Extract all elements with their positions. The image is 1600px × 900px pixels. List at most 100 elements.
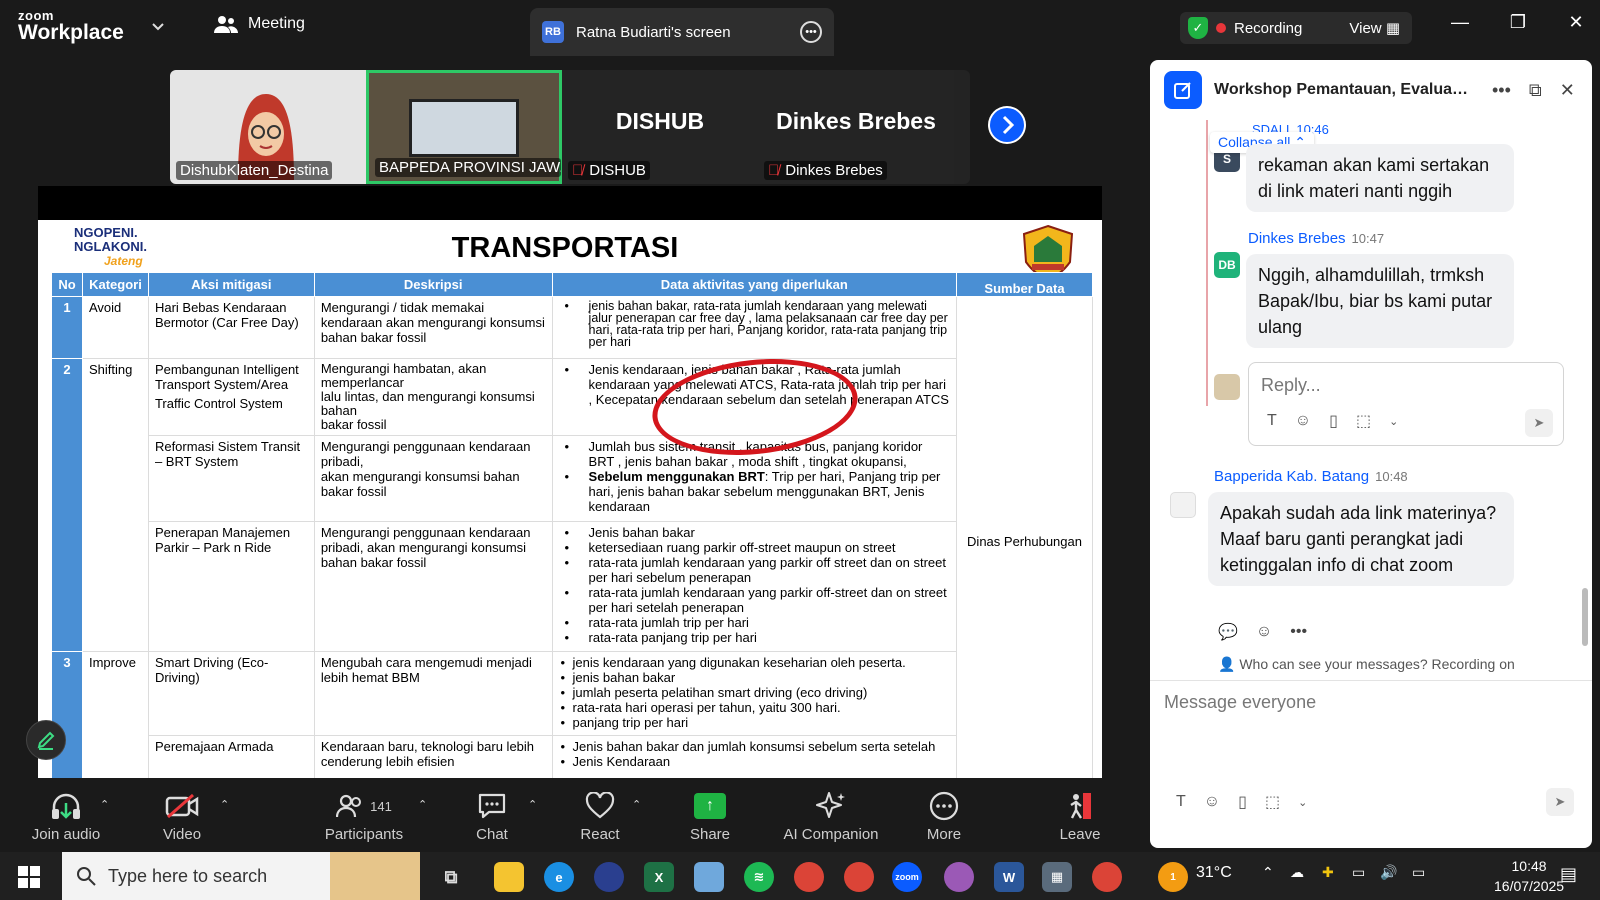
notifications-icon[interactable]: ▤: [1560, 864, 1577, 885]
file-explorer-icon[interactable]: [494, 862, 524, 892]
security-tray-icon[interactable]: ✚: [1322, 864, 1334, 881]
chevron-down-icon[interactable]: ⌄: [1298, 796, 1307, 809]
reply-thread-icon[interactable]: 💬: [1218, 622, 1238, 642]
task-view-icon[interactable]: ⧉: [436, 862, 466, 892]
participant-name: BAPPEDA PROVINSI JAW...: [375, 158, 561, 177]
pop-out-icon[interactable]: ⧉: [1529, 80, 1542, 101]
data-item: rata-rata jumlah kendaraan yang parkir o…: [559, 585, 950, 615]
chevron-up-icon[interactable]: ⌃: [528, 798, 537, 811]
chevron-down-icon[interactable]: ⌄: [1389, 415, 1398, 428]
row-description: Kendaraan baru, teknologi baru lebih cen…: [313, 735, 553, 778]
more-options-icon[interactable]: •••: [1492, 80, 1511, 101]
data-item: ketersediaan ruang parkir off-street mau…: [559, 540, 950, 555]
chat-button[interactable]: Chat: [462, 790, 522, 846]
avatar: [1214, 374, 1240, 400]
file-icon[interactable]: ▯: [1238, 792, 1247, 812]
recording-label[interactable]: Recording: [1234, 20, 1302, 37]
zoom-app-icon[interactable]: zoom: [892, 862, 922, 892]
emoji-icon[interactable]: ☺: [1204, 793, 1220, 811]
row-action: Pembangunan Intelligent Transport System…: [147, 358, 315, 436]
sender-name[interactable]: Dinkes Brebes: [1248, 230, 1346, 247]
who-can-see-notice[interactable]: 👤 Who can see your messages? Recording o…: [1218, 656, 1515, 673]
cloud-icon[interactable]: ☁: [1290, 864, 1304, 881]
participants-button[interactable]: 141 Participants: [314, 790, 414, 846]
close-chat-icon[interactable]: ✕: [1560, 80, 1575, 101]
video-button[interactable]: Video: [150, 790, 214, 846]
reply-box[interactable]: Reply... T ☺ ▯ ⬚ ⌄ ➤: [1248, 362, 1564, 446]
heart-icon: [585, 792, 615, 819]
system-clock[interactable]: 10:48 16/07/2025: [1494, 856, 1564, 896]
send-icon[interactable]: ➤: [1525, 409, 1553, 437]
file-icon[interactable]: ▯: [1329, 411, 1338, 431]
device-icon[interactable]: ▭: [1352, 864, 1365, 881]
chevron-down-icon[interactable]: [152, 18, 164, 34]
add-reaction-icon[interactable]: ☺: [1256, 623, 1272, 641]
shared-slide[interactable]: NGOPENI. NGLAKONI. Jateng TRANSPORTASI N…: [38, 220, 1102, 778]
row-data: jenis bahan bakar, rata-rata jumlah kend…: [551, 296, 958, 359]
leave-button[interactable]: Leave: [1048, 790, 1112, 846]
chat-scrollbar[interactable]: [1582, 588, 1588, 646]
chevron-up-icon[interactable]: ⌃: [1262, 864, 1274, 881]
chevron-up-icon[interactable]: ⌃: [220, 798, 229, 811]
room-screen-image: [409, 99, 519, 157]
weather-icon[interactable]: 1: [1158, 862, 1188, 892]
globe-app-icon[interactable]: [594, 862, 624, 892]
chrome-icon[interactable]: [844, 862, 874, 892]
windows-start-icon[interactable]: [18, 866, 40, 888]
compose-icon[interactable]: [1164, 71, 1202, 109]
row-category: Improve: [81, 651, 149, 778]
react-button[interactable]: React: [570, 790, 630, 846]
chevron-up-icon[interactable]: ⌃: [100, 798, 109, 811]
word-icon[interactable]: W: [994, 862, 1024, 892]
shared-screen-label: Ratna Budiarti's screen: [576, 23, 731, 41]
excel-icon[interactable]: X: [644, 862, 674, 892]
weather-temperature[interactable]: 31°C: [1196, 864, 1232, 882]
screenshot-icon[interactable]: ⬚: [1265, 792, 1280, 812]
view-button[interactable]: View ▦: [1349, 19, 1400, 37]
data-item: jumlah peserta pelatihan smart driving (…: [559, 685, 950, 700]
participant-tile[interactable]: Dinkes Brebes 🎙̸ Dinkes Brebes: [758, 70, 954, 184]
meeting-tab[interactable]: Meeting: [214, 14, 305, 34]
message-input[interactable]: Message everyone: [1164, 692, 1316, 713]
text-format-icon[interactable]: T: [1176, 793, 1186, 811]
edge-icon[interactable]: e: [544, 862, 574, 892]
volume-icon[interactable]: 🔊: [1380, 864, 1397, 881]
screenshot-icon[interactable]: ⬚: [1356, 411, 1371, 431]
zoom-workplace-logo[interactable]: zoom Workplace: [18, 9, 124, 43]
participant-tile[interactable]: DishubKlaten_Destina: [170, 70, 366, 184]
send-icon[interactable]: ➤: [1546, 788, 1574, 816]
chat-icon: [478, 793, 506, 819]
sender-name[interactable]: Bapperida Kab. Batang: [1214, 468, 1369, 485]
shield-check-icon[interactable]: ✓: [1188, 17, 1208, 39]
minimize-icon[interactable]: —: [1440, 12, 1480, 40]
chrome-profile-icon[interactable]: [944, 862, 974, 892]
calculator-icon[interactable]: ▦: [1042, 862, 1072, 892]
chat-label: Chat: [476, 826, 508, 843]
more-options-icon[interactable]: •••: [800, 21, 822, 43]
participant-tile[interactable]: DISHUB 🎙̸ DISHUB: [562, 70, 758, 184]
participant-tile-active-speaker[interactable]: BAPPEDA PROVINSI JAW...: [366, 70, 562, 184]
row-category: Avoid: [81, 296, 149, 359]
close-window-icon[interactable]: ✕: [1556, 12, 1596, 40]
chevron-up-icon[interactable]: ⌃: [632, 798, 641, 811]
shared-screen-tab[interactable]: RB Ratna Budiarti's screen •••: [530, 8, 834, 56]
emoji-icon[interactable]: ☺: [1295, 412, 1311, 430]
spotify-icon[interactable]: ≋: [744, 862, 774, 892]
more-options-icon[interactable]: •••: [1290, 623, 1307, 641]
notes-icon[interactable]: [694, 862, 724, 892]
more-button[interactable]: More: [914, 790, 974, 846]
share-button[interactable]: ↑ Share: [680, 790, 740, 846]
row-description: Mengurangi penggunaan kendaraan pribadi,…: [313, 521, 553, 652]
chevron-up-icon[interactable]: ⌃: [418, 798, 427, 811]
ai-companion-button[interactable]: AI Companion: [776, 790, 886, 846]
join-audio-button[interactable]: Join audio: [24, 790, 108, 846]
restore-icon[interactable]: ❐: [1498, 12, 1538, 40]
chrome-icon[interactable]: [794, 862, 824, 892]
text-format-icon[interactable]: T: [1267, 412, 1277, 430]
annotate-button[interactable]: [26, 720, 66, 760]
taskbar-search[interactable]: Type here to search: [62, 852, 420, 900]
next-page-button[interactable]: [988, 106, 1026, 144]
chrome-icon[interactable]: [1092, 862, 1122, 892]
display-icon[interactable]: ▭: [1412, 864, 1425, 881]
reply-input[interactable]: Reply...: [1261, 375, 1321, 396]
